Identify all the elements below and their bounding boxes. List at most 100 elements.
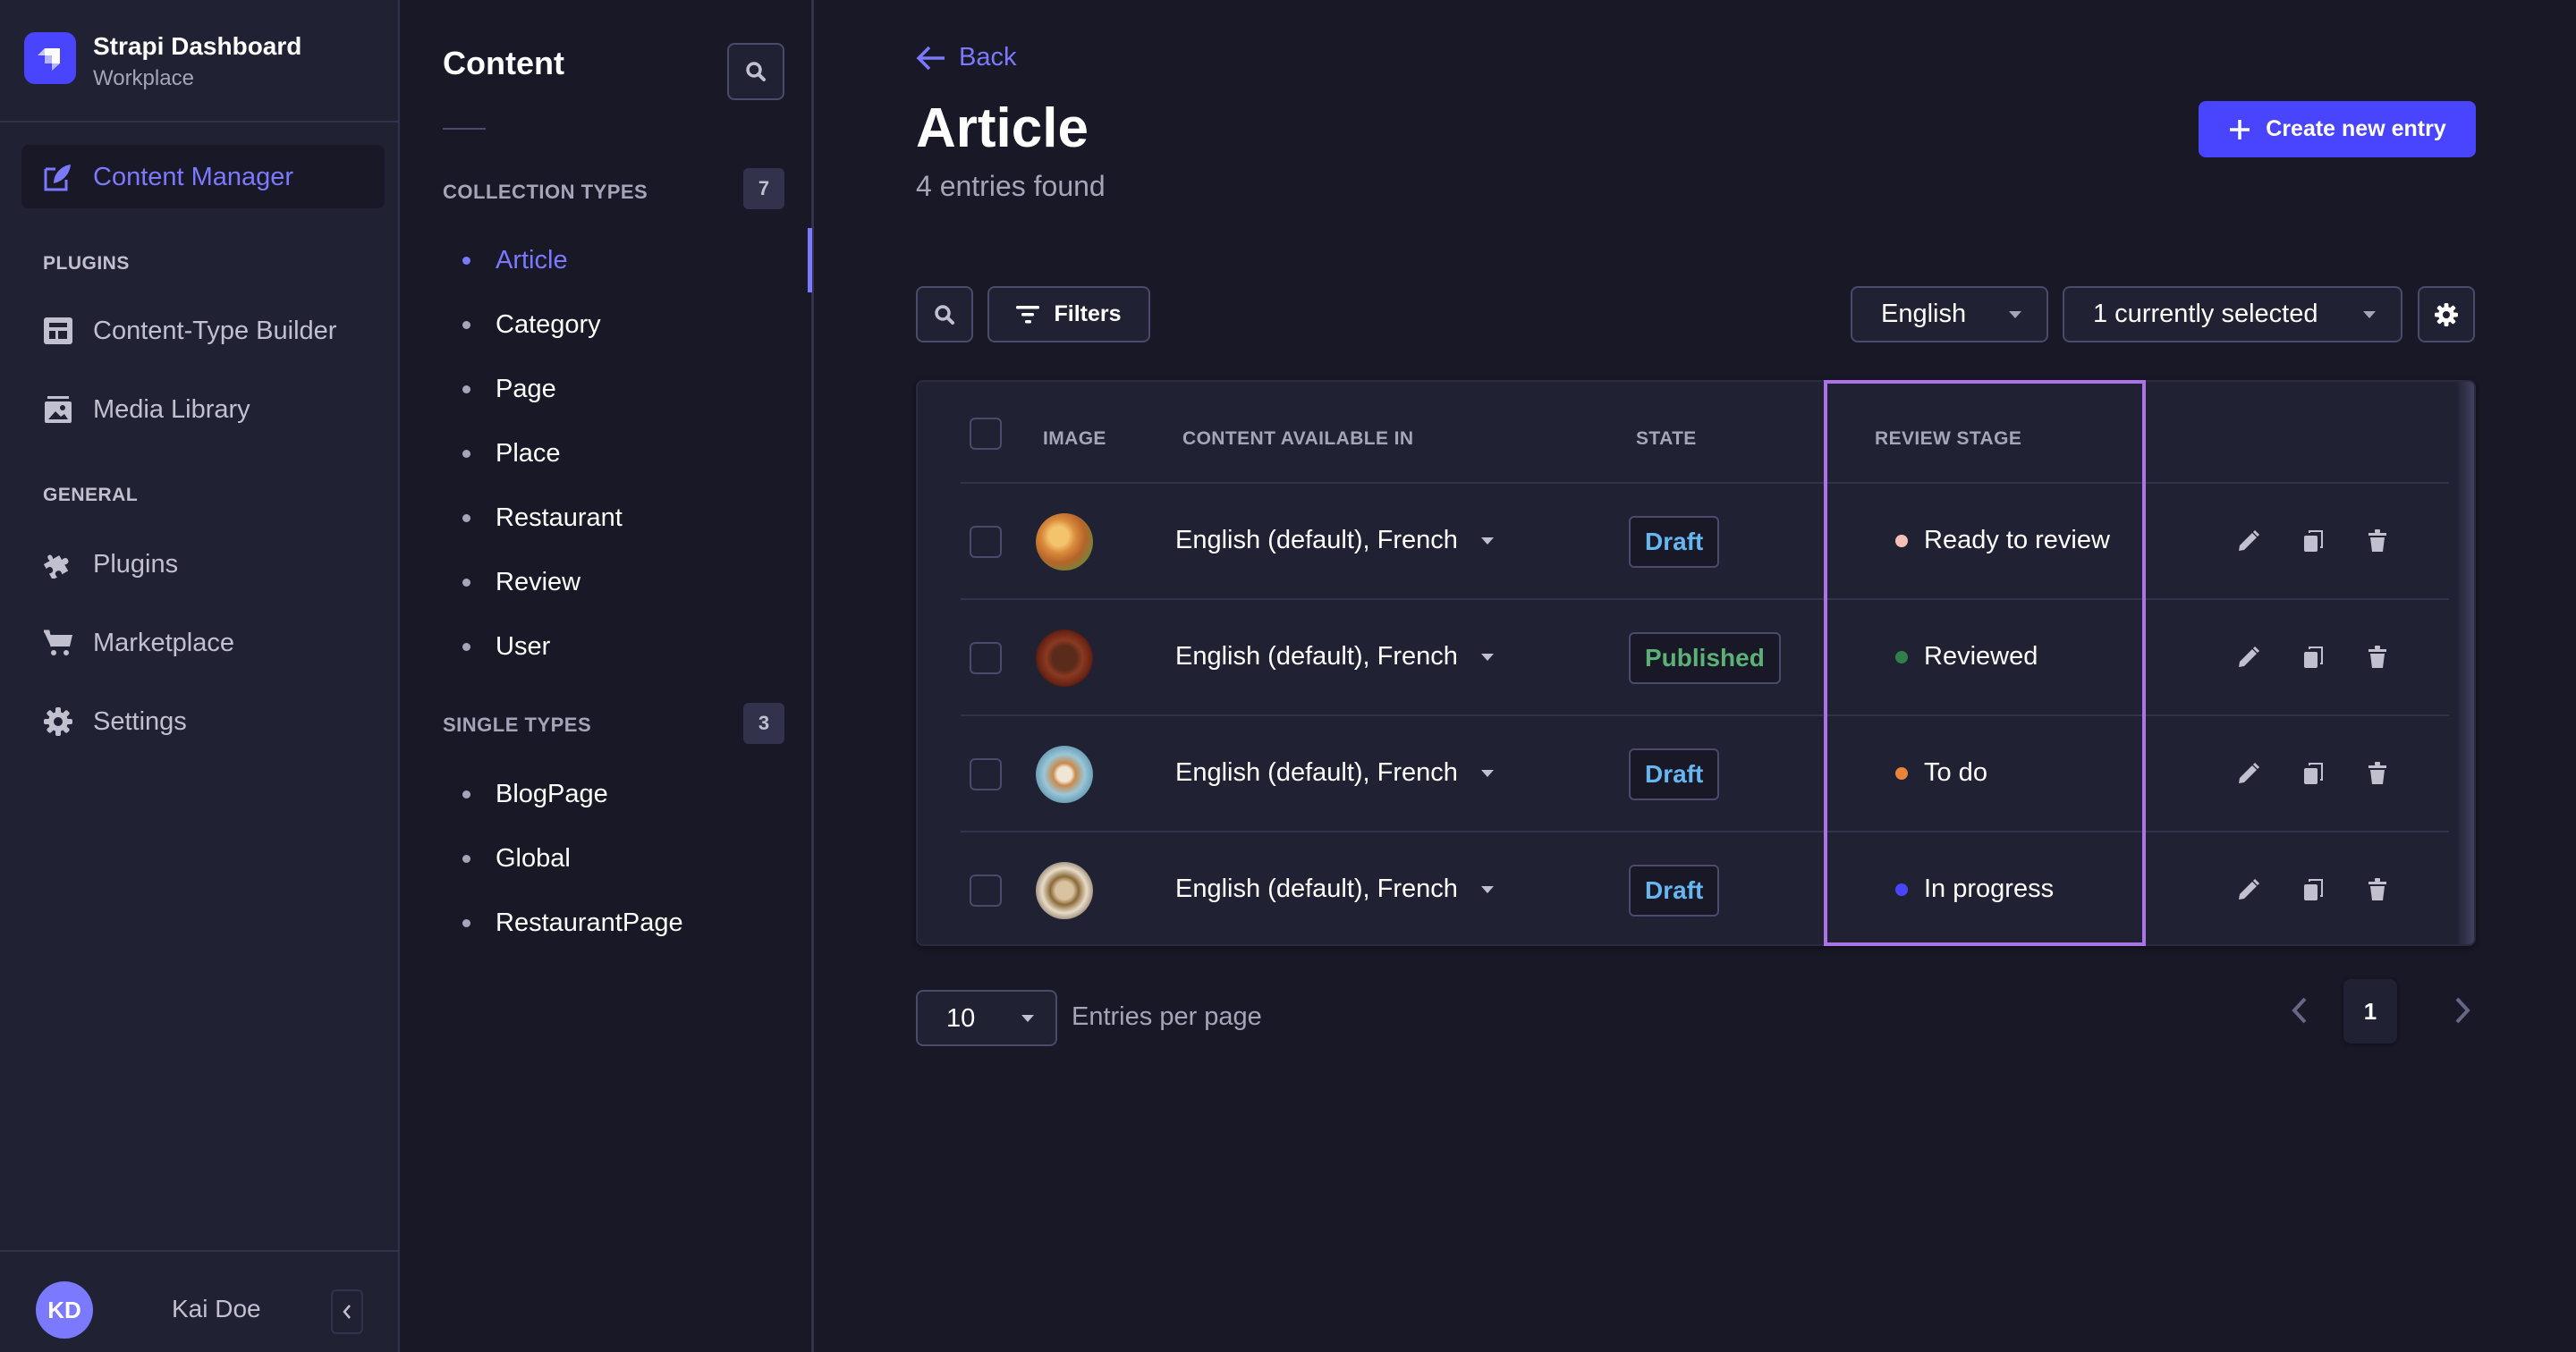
single-types-heading: SINGLE TYPES <box>443 714 592 736</box>
subnav-item-user[interactable]: User <box>462 621 550 672</box>
create-new-entry-button[interactable]: Create new entry <box>2199 101 2476 157</box>
bullet-icon <box>462 790 470 799</box>
nav-item-label: Settings <box>93 706 187 736</box>
subnav-item-article[interactable]: Article <box>462 235 568 285</box>
filters-button[interactable]: Filters <box>987 286 1150 342</box>
locales-dropdown[interactable]: English (default), French <box>1175 642 1494 672</box>
columns-value: 1 currently selected <box>2093 300 2318 328</box>
trash-icon <box>2368 529 2386 552</box>
subnav-item-review[interactable]: Review <box>462 557 580 607</box>
nav-item-content-type-builder[interactable]: Content-Type Builder <box>21 304 385 358</box>
row-actions <box>2231 523 2424 559</box>
duplicate-button[interactable] <box>2295 639 2331 675</box>
edit-button[interactable] <box>2231 639 2267 675</box>
chevron-right-icon <box>2455 997 2470 1024</box>
columns-select[interactable]: 1 currently selected <box>2063 286 2402 342</box>
subnav-item-place[interactable]: Place <box>462 428 561 478</box>
row-checkbox[interactable] <box>970 642 1002 674</box>
content-subnav: Content COLLECTION TYPES 7 Article Categ… <box>400 0 814 1352</box>
bullet-icon <box>462 578 470 587</box>
gear-icon <box>2435 302 2458 326</box>
edit-button[interactable] <box>2231 756 2267 791</box>
locales-value: English (default), French <box>1175 875 1458 903</box>
next-page-button[interactable] <box>2440 984 2485 1037</box>
delete-button[interactable] <box>2360 639 2395 675</box>
edit-button[interactable] <box>2231 523 2267 559</box>
subnav-item-global[interactable]: Global <box>462 833 571 883</box>
search-icon <box>746 62 766 81</box>
locales-dropdown[interactable]: English (default), French <box>1175 758 1494 788</box>
table-row[interactable]: English (default), French Draft In progr… <box>961 831 2449 944</box>
bullet-icon <box>462 642 470 651</box>
subnav-item-category[interactable]: Category <box>462 300 601 350</box>
duplicate-button[interactable] <box>2295 872 2331 908</box>
row-actions <box>2231 639 2424 675</box>
nav-item-label: Marketplace <box>93 628 234 657</box>
subnav-item-page[interactable]: Page <box>462 364 556 414</box>
subnav-item-restaurantpage[interactable]: RestaurantPage <box>462 898 683 948</box>
previous-page-button[interactable] <box>2277 984 2322 1037</box>
back-link[interactable]: Back <box>916 43 1016 72</box>
search-button[interactable] <box>916 286 973 342</box>
avatar[interactable]: KD <box>36 1281 93 1339</box>
collection-types-heading: COLLECTION TYPES <box>443 181 648 203</box>
nav-item-content-manager[interactable]: Content Manager <box>21 150 385 204</box>
delete-button[interactable] <box>2360 523 2395 559</box>
bullet-icon <box>462 256 470 265</box>
table-row[interactable]: English (default), French Draft Ready to… <box>961 482 2449 598</box>
locales-value: English (default), French <box>1175 758 1458 787</box>
locales-value: English (default), French <box>1175 642 1458 671</box>
duplicate-button[interactable] <box>2295 523 2331 559</box>
column-header-review-stage[interactable]: REVIEW STAGE <box>1875 428 2021 450</box>
images-icon <box>43 394 73 425</box>
caret-down-icon <box>1480 537 1494 545</box>
feather-icon <box>43 162 73 192</box>
cart-icon <box>43 628 73 658</box>
back-label: Back <box>959 43 1017 72</box>
review-stage-label: To do <box>1924 758 1987 787</box>
row-checkbox[interactable] <box>970 758 1002 790</box>
edit-button[interactable] <box>2231 872 2267 908</box>
delete-button[interactable] <box>2360 872 2395 908</box>
nav-item-settings[interactable]: Settings <box>21 695 385 748</box>
collapse-nav-button[interactable] <box>331 1289 363 1334</box>
caret-down-icon <box>1480 885 1494 893</box>
list-settings-button[interactable] <box>2418 286 2475 342</box>
page-1-button[interactable]: 1 <box>2343 979 2397 1044</box>
row-checkbox[interactable] <box>970 526 1002 558</box>
row-actions <box>2231 756 2424 791</box>
pencil-icon <box>2239 878 2260 900</box>
nav-item-plugins[interactable]: Plugins <box>21 537 385 591</box>
nav-item-marketplace[interactable]: Marketplace <box>21 616 385 670</box>
locales-dropdown[interactable]: English (default), French <box>1175 526 1494 555</box>
delete-button[interactable] <box>2360 756 2395 791</box>
review-stage: To do <box>1895 758 1987 788</box>
page-title: Article <box>916 97 1089 159</box>
nav-item-media-library[interactable]: Media Library <box>21 383 385 436</box>
row-checkbox[interactable] <box>970 875 1002 907</box>
review-stage-label: Reviewed <box>1924 642 2038 671</box>
entries-per-page-select[interactable]: 10 <box>916 990 1057 1046</box>
entry-image <box>1036 746 1093 803</box>
duplicate-button[interactable] <box>2295 756 2331 791</box>
locale-select[interactable]: English <box>1851 286 2048 342</box>
select-all-checkbox[interactable] <box>970 418 1002 450</box>
search-icon <box>935 304 954 325</box>
pencil-icon <box>2239 762 2260 783</box>
column-header-state[interactable]: STATE <box>1636 428 1697 450</box>
puzzle-icon <box>43 549 73 579</box>
pencil-icon <box>2239 529 2260 551</box>
table-row[interactable]: English (default), French Draft To do <box>961 714 2449 831</box>
table-row[interactable]: English (default), French Published Revi… <box>961 598 2449 714</box>
user-name[interactable]: Kai Doe <box>172 1295 261 1323</box>
bullet-icon <box>462 449 470 458</box>
column-header-locales[interactable]: CONTENT AVAILABLE IN <box>1182 428 1413 450</box>
locales-dropdown[interactable]: English (default), French <box>1175 875 1494 904</box>
entry-image <box>1036 513 1093 570</box>
subnav-item-restaurant[interactable]: Restaurant <box>462 493 623 543</box>
active-indicator <box>808 228 812 292</box>
subnav-item-blogpage[interactable]: BlogPage <box>462 769 608 819</box>
subnav-search-button[interactable] <box>727 43 784 100</box>
create-label: Create new entry <box>2266 116 2446 141</box>
column-header-image[interactable]: IMAGE <box>1043 428 1106 450</box>
